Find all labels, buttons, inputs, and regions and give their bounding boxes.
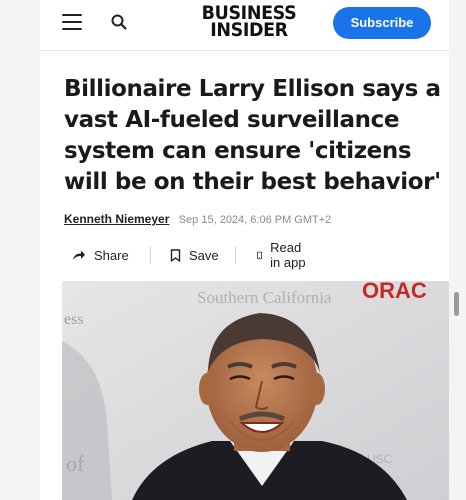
save-label: Save bbox=[189, 247, 219, 263]
larry-ellison-photo: Southern California ORAC ess of USC bbox=[62, 281, 449, 500]
byline: Kenneth Niemeyer Sep 15, 2024, 6:06 PM G… bbox=[64, 212, 331, 226]
logo-line-2: INSIDER bbox=[210, 19, 288, 41]
article-headline: Billionaire Larry Ellison says a vast AI… bbox=[64, 76, 441, 195]
scrollbar-thumb[interactable] bbox=[454, 292, 459, 316]
share-label: Share bbox=[94, 247, 129, 263]
action-divider bbox=[235, 246, 236, 264]
backdrop-text: ORAC bbox=[362, 281, 427, 303]
bookmark-icon bbox=[170, 248, 181, 262]
publish-date: Sep 15, 2024, 6:06 PM GMT+2 bbox=[178, 214, 332, 226]
article-photo: Southern California ORAC ess of USC bbox=[62, 281, 449, 500]
author-link[interactable]: Kenneth Niemeyer bbox=[64, 212, 169, 226]
share-button[interactable]: Share bbox=[72, 243, 129, 267]
read-in-app-label: Read in app bbox=[270, 240, 306, 270]
save-button[interactable]: Save bbox=[170, 243, 219, 267]
search-icon[interactable] bbox=[110, 13, 128, 31]
business-insider-logo[interactable]: BUSINESS INSIDER bbox=[194, 4, 304, 41]
action-divider bbox=[150, 246, 151, 264]
share-arrow-icon bbox=[73, 250, 85, 260]
backdrop-text: Southern California bbox=[197, 288, 332, 307]
read-in-app-button[interactable]: Read in app bbox=[257, 240, 306, 270]
article-card: BUSINESS INSIDER Subscribe Billionaire L… bbox=[40, 0, 449, 500]
subscribe-button[interactable]: Subscribe bbox=[333, 7, 431, 39]
phone-icon bbox=[257, 251, 262, 259]
backdrop-text: ess bbox=[64, 311, 84, 328]
hamburger-menu-icon[interactable] bbox=[62, 14, 82, 30]
site-header: BUSINESS INSIDER Subscribe bbox=[40, 0, 449, 51]
